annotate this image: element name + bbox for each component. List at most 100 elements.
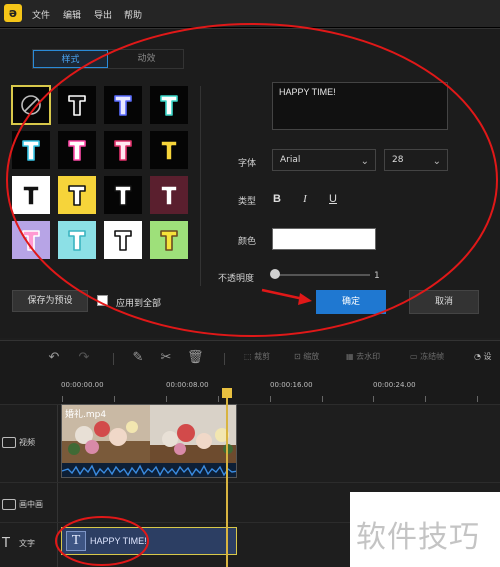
- text-content-input[interactable]: HAPPY TIME!: [272, 82, 448, 130]
- text-style-preset[interactable]: [150, 131, 188, 169]
- font-family-value: Arial: [280, 155, 301, 165]
- pip-track-icon: [2, 499, 16, 510]
- menu-edit[interactable]: 编辑: [63, 8, 81, 21]
- chevron-down-icon: ⌄: [360, 156, 369, 167]
- audio-waveform: [62, 463, 236, 477]
- type-label: 类型: [238, 197, 257, 207]
- ruler-tick: [218, 396, 219, 402]
- text-track-icon: T: [2, 536, 10, 551]
- undo-icon[interactable]: ↶: [46, 350, 62, 366]
- playhead-handle[interactable]: [222, 388, 232, 398]
- track-header-divider: [57, 523, 58, 567]
- apply-to-all-label: 应用到全部: [116, 299, 162, 309]
- ruler-time-label: 00:00:08.00: [166, 381, 209, 389]
- pencil-icon[interactable]: ✎: [130, 350, 146, 366]
- text-style-preset[interactable]: [12, 176, 50, 214]
- video-track-name: 视频: [19, 438, 35, 447]
- preset-none[interactable]: [11, 85, 51, 125]
- t-letter-icon: [114, 95, 132, 116]
- title-bar: ǝ 文件 编辑 导出 帮助: [0, 0, 500, 28]
- scissors-icon[interactable]: ✂: [158, 350, 174, 366]
- italic-button[interactable]: I: [298, 192, 312, 206]
- text-style-preset[interactable]: [58, 131, 96, 169]
- apply-to-all-checkbox[interactable]: [97, 295, 108, 306]
- text-track-label: T 文字: [2, 536, 35, 551]
- t-letter-icon: [160, 230, 178, 251]
- text-style-preset[interactable]: [104, 86, 142, 124]
- video-track-label: 视频: [2, 437, 35, 448]
- timeline-ruler[interactable]: 00:00:00.00 00:00:08.00 00:00:16.00 00:0…: [0, 374, 500, 404]
- timeline-toolbar: ↶ ↷ ✎ ✂ 🗑 ⬚ 裁剪 ⊡ 缩放 ▦ 去水印 ▭ 冻结帧 ◔ 设: [0, 340, 500, 374]
- settings-button[interactable]: ◔ 设: [474, 351, 492, 367]
- pip-track-label: 画中画: [2, 499, 43, 510]
- t-letter-icon: [114, 140, 132, 161]
- t-letter-icon: [68, 230, 86, 251]
- ruler-tick: [62, 396, 63, 402]
- text-style-preset[interactable]: [12, 221, 50, 259]
- pip-track-name: 画中画: [19, 500, 43, 509]
- panel-divider: [200, 86, 201, 286]
- text-style-preset[interactable]: [104, 131, 142, 169]
- remove-watermark-button[interactable]: ▦ 去水印: [346, 351, 380, 367]
- text-style-preset[interactable]: [104, 176, 142, 214]
- t-letter-icon: [114, 185, 132, 206]
- menu-file[interactable]: 文件: [32, 8, 50, 21]
- font-family-select[interactable]: Arial ⌄: [272, 149, 376, 171]
- crop-button[interactable]: ⬚ 裁剪: [244, 351, 270, 367]
- ruler-tick: [477, 396, 478, 402]
- t-letter-icon: [160, 140, 178, 161]
- ruler-time-label: 00:00:24.00: [373, 381, 416, 389]
- ruler-time-label: 00:00:00.00: [61, 381, 104, 389]
- panel-tabs: 样式 动效: [32, 49, 184, 69]
- settings-label: 设: [483, 352, 492, 361]
- menu-export[interactable]: 导出: [94, 8, 112, 21]
- tab-style[interactable]: 样式: [33, 50, 108, 68]
- opacity-slider[interactable]: [274, 274, 370, 276]
- text-style-preset[interactable]: [12, 131, 50, 169]
- playhead-line[interactable]: [226, 392, 228, 567]
- color-picker[interactable]: [272, 228, 376, 250]
- opacity-slider-handle[interactable]: [270, 269, 280, 279]
- ruler-time-label: 00:00:16.00: [270, 381, 313, 389]
- menu-help[interactable]: 帮助: [124, 8, 142, 21]
- track-header-divider: [57, 483, 58, 523]
- video-track-icon: [2, 437, 16, 448]
- text-style-preset[interactable]: [58, 86, 96, 124]
- text-style-preset[interactable]: [58, 176, 96, 214]
- tab-animation[interactable]: 动效: [109, 50, 184, 68]
- text-style-preset[interactable]: [150, 176, 188, 214]
- video-clip-name: 婚礼.mp4: [65, 410, 107, 420]
- font-size-value: 28: [392, 155, 404, 165]
- font-size-select[interactable]: 28 ⌄: [384, 149, 448, 171]
- text-clip[interactable]: T HAPPY TIME!: [61, 527, 237, 555]
- trash-icon[interactable]: 🗑: [187, 350, 204, 366]
- cancel-button[interactable]: 取消: [409, 290, 479, 314]
- text-style-preset[interactable]: [150, 86, 188, 124]
- text-style-preset[interactable]: [58, 221, 96, 259]
- underline-button[interactable]: U: [326, 192, 340, 206]
- t-letter-icon: [68, 140, 86, 161]
- color-label: 颜色: [238, 237, 257, 247]
- bold-button[interactable]: B: [270, 192, 284, 206]
- video-clip[interactable]: 婚礼.mp4: [61, 404, 237, 478]
- redo-icon[interactable]: ↷: [76, 350, 92, 366]
- save-as-preset-button[interactable]: 保存为预设: [12, 290, 88, 312]
- font-label: 字体: [238, 159, 257, 169]
- zoom-label: 缩放: [303, 352, 320, 361]
- chevron-down-icon: ⌄: [432, 156, 441, 167]
- freeze-frame-label: 冻结帧: [420, 352, 445, 361]
- t-letter-icon: [68, 185, 86, 206]
- text-clip-label: HAPPY TIME!: [90, 536, 147, 546]
- text-style-preset[interactable]: [104, 221, 142, 259]
- text-style-preset[interactable]: [150, 221, 188, 259]
- watermark-text: 软件技巧: [356, 520, 480, 555]
- ruler-tick: [270, 396, 271, 402]
- toolbar-divider: [224, 353, 225, 365]
- t-letter-icon: [68, 95, 86, 116]
- text-track-name: 文字: [19, 539, 35, 548]
- zoom-button[interactable]: ⊡ 缩放: [294, 351, 319, 367]
- t-letter-icon: [22, 140, 40, 161]
- text-edit-panel: 样式 动效 HAPPY TIME! 字体 Arial ⌄ 28 ⌄ 类型 B I U…: [0, 28, 500, 338]
- confirm-button[interactable]: 确定: [316, 290, 386, 314]
- freeze-frame-button[interactable]: ▭ 冻结帧: [410, 351, 444, 367]
